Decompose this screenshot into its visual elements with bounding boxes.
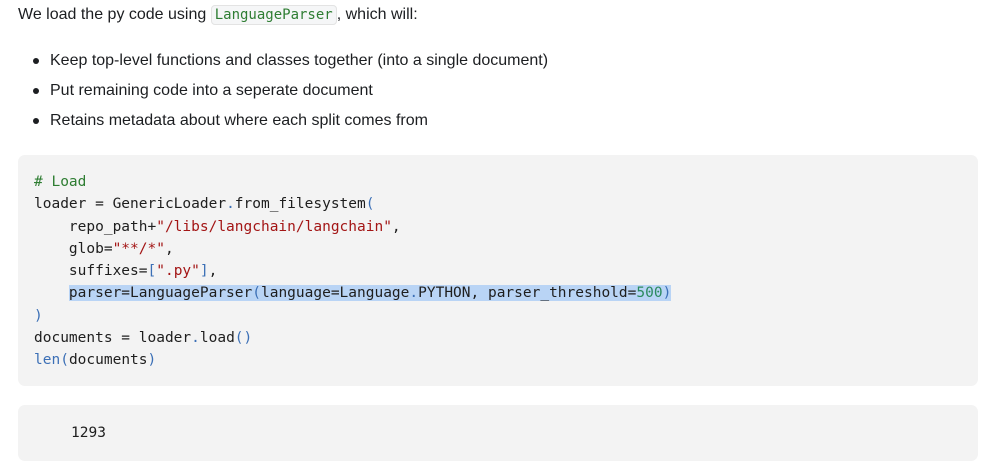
code-builtin: len — [34, 352, 61, 369]
code-line-len: len(documents) — [34, 349, 671, 371]
intro-text-before: We load the py code using — [18, 6, 211, 23]
code-token: [ — [147, 263, 157, 280]
code-string: ".py" — [156, 263, 200, 280]
code-line-parser: parser=LanguageParser(language=Language.… — [34, 282, 672, 304]
code-line-comment: # Load — [34, 171, 671, 193]
code-line-repo-path: repo_path+"/libs/langchain/langchain", — [34, 216, 671, 238]
code-token: loader = GenericLoader — [34, 196, 227, 213]
code-token: documents — [68, 352, 148, 369]
code-token: . — [226, 196, 235, 213]
code-line-glob: glob="**/*", — [34, 238, 671, 260]
code-token: () — [234, 330, 253, 347]
code-line-loader: loader = GenericLoader.from_filesystem( — [34, 193, 671, 215]
code-line-documents: documents = loader.load() — [34, 327, 671, 349]
code-token: documents = loader — [34, 330, 192, 347]
code-token: repo_path+ — [34, 218, 157, 235]
list-item: Keep top-level functions and classes tog… — [0, 47, 548, 77]
code-token: from_filesystem — [234, 196, 366, 213]
code-token: , — [208, 263, 218, 280]
code-token: ) — [34, 307, 43, 324]
output-value[interactable]: 1293 — [71, 422, 106, 444]
code-line-suffixes: suffixes=[".py"], — [34, 260, 671, 282]
code-token: , — [391, 218, 401, 235]
feature-list: Keep top-level functions and classes tog… — [0, 47, 548, 137]
code-number: 500 — [636, 285, 663, 302]
code-token: . — [409, 285, 419, 302]
code-token: language=Language — [260, 285, 410, 302]
list-item: Put remaining code into a seperate docum… — [0, 77, 548, 107]
output-block[interactable]: 1293 — [18, 405, 978, 461]
code-token: ( — [60, 352, 69, 369]
code-token: ( — [365, 196, 375, 213]
code-token: PYTHON, parser_threshold= — [418, 285, 637, 302]
code-comment: # Load — [34, 174, 87, 190]
code-token: load — [199, 330, 235, 347]
code-content[interactable]: # Load loader = GenericLoader.from_filesy… — [34, 171, 672, 372]
code-string: "/libs/langchain/langchain" — [156, 218, 392, 235]
intro-paragraph: We load the py code using LanguageParser… — [18, 4, 418, 26]
code-token: ] — [199, 263, 209, 280]
code-token: parser=LanguageParser — [68, 285, 253, 302]
code-token: , — [164, 240, 174, 257]
intro-text-after: , which will: — [336, 6, 418, 23]
code-token: ) — [662, 285, 672, 302]
highlighted-selection[interactable]: parser=LanguageParser(language=Language.… — [68, 285, 672, 302]
inline-code-languageparser: LanguageParser — [210, 5, 337, 25]
code-token: glob= — [34, 240, 113, 257]
code-token: suffixes= — [34, 263, 148, 280]
code-token: ( — [252, 285, 261, 302]
list-item: Retains metadata about where each split … — [0, 107, 548, 137]
code-block[interactable]: # Load loader = GenericLoader.from_filesy… — [18, 155, 978, 386]
code-string: "**/*" — [112, 240, 165, 257]
code-token: ) — [147, 352, 157, 369]
code-token: . — [191, 330, 200, 347]
code-line-close: ) — [34, 305, 671, 327]
